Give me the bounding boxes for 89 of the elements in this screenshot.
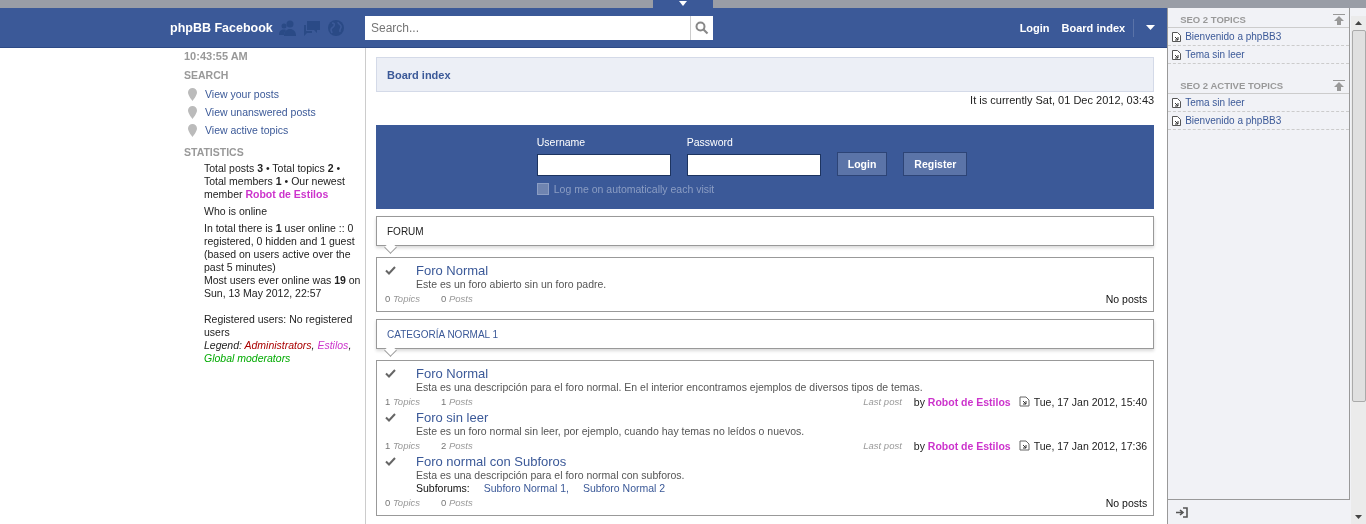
forum-link[interactable]: Foro Normal xyxy=(416,263,489,278)
no-posts-text: No posts xyxy=(1105,292,1148,305)
statistics-text: Total posts 3 • Total topics 2 • Total members 1 • Our newest member Robot de Estilos xyxy=(204,162,346,201)
topic-link[interactable]: Bienvenido a phpBB3 xyxy=(1185,115,1282,126)
panel-heading: SEO 2 ACTIVE TOPICS xyxy=(1180,79,1284,91)
last-post-label: Last post xyxy=(863,396,902,407)
register-button[interactable]: Register xyxy=(903,152,968,176)
check-icon xyxy=(385,266,396,275)
search-link[interactable]: View active topics xyxy=(205,124,289,136)
post-count: 1 Posts xyxy=(441,396,474,407)
current-time: It is currently Sat, 01 Dec 2012, 03:43 xyxy=(969,94,1155,106)
forum-link[interactable]: Foro sin leer xyxy=(416,410,489,425)
forum-link[interactable]: Foro Normal xyxy=(416,366,489,381)
scroll-up-arrow-icon[interactable] xyxy=(1355,21,1362,25)
search-field[interactable]: Search... xyxy=(365,15,690,40)
toggle-tab[interactable] xyxy=(653,0,713,8)
group-link[interactable]: Administrators xyxy=(244,339,312,351)
site-title[interactable]: phpBB Facebook xyxy=(170,20,273,35)
topic-count: 0 Topics xyxy=(385,293,422,304)
go-to-post-icon[interactable] xyxy=(1018,440,1030,451)
forum-link[interactable]: Foro normal con Subforos xyxy=(416,454,567,469)
no-posts-text: No posts xyxy=(1105,496,1148,509)
search-button[interactable] xyxy=(690,15,713,40)
forum-description: Este es un foro abierto sin un foro padre. xyxy=(415,278,608,290)
last-post-author: by Robot de Estilos xyxy=(913,439,1011,452)
field-label: Password xyxy=(686,136,734,148)
topic-count: 1 Topics xyxy=(385,396,422,407)
scroll-down-arrow-icon[interactable] xyxy=(1355,515,1362,519)
topic-link[interactable]: Bienvenido a phpBB3 xyxy=(1185,31,1282,42)
online-text: In total there is 1 user online :: 0 registered, 0 hidden and 1 guest (based on users active over the past 5 minutes) xyxy=(204,222,356,274)
registered-users-text: Registered users: No registered users xyxy=(204,313,354,339)
sign-in-icon[interactable] xyxy=(1176,506,1189,518)
section-heading: STATISTICS xyxy=(184,146,245,158)
topic-count: 0 Topics xyxy=(385,497,422,508)
password-field[interactable] xyxy=(686,154,821,176)
scroll-thumb[interactable] xyxy=(1351,30,1366,402)
topic-icon xyxy=(1172,115,1182,126)
panel-heading: SEO 2 TOPICS xyxy=(1180,13,1246,25)
collapse-icon[interactable] xyxy=(1333,13,1345,25)
topic-count: 1 Topics xyxy=(385,440,422,451)
pin-icon xyxy=(188,123,197,137)
forum-description: Este es un foro normal sin leer, por ejemplo, cuando hay temas no leídos o nuevos. xyxy=(415,425,806,437)
header-pointer xyxy=(384,344,397,357)
checkbox[interactable] xyxy=(536,183,549,195)
member-link[interactable]: Robot de Estilos xyxy=(245,188,329,200)
post-count: 0 Posts xyxy=(441,497,474,508)
topic-link[interactable]: Tema sin leer xyxy=(1185,49,1245,60)
header-pointer xyxy=(384,241,397,254)
category-title: FORUM xyxy=(387,225,424,237)
go-to-post-icon[interactable] xyxy=(1018,396,1030,407)
pin-icon xyxy=(188,87,197,101)
pin-icon xyxy=(188,105,197,119)
subforums-label: Subforums: xyxy=(416,482,470,494)
breadcrumb-link[interactable]: Board index xyxy=(387,68,451,81)
check-icon xyxy=(385,369,396,378)
clock-time: 10:43:55 AM xyxy=(184,50,249,62)
post-count: 0 Posts xyxy=(441,293,474,304)
who-is-online-heading: Who is online xyxy=(204,205,269,218)
last-post-date: Tue, 17 Jan 2012, 15:40 xyxy=(1033,395,1148,408)
topic-icon xyxy=(1172,97,1182,108)
last-post-date: Tue, 17 Jan 2012, 17:36 xyxy=(1033,439,1148,452)
last-post-author: by Robot de Estilos xyxy=(913,395,1011,408)
check-icon xyxy=(385,413,396,422)
record-text: Most users ever online was 19 on Sun, 13 May 2012, 22:57 xyxy=(204,274,362,300)
post-count: 2 Posts xyxy=(441,440,474,451)
author-link[interactable]: Robot de Estilos xyxy=(927,439,1011,452)
forum-description: Esta es una descripción para el foro normal con subforos. xyxy=(415,469,686,481)
topic-icon xyxy=(1172,31,1182,42)
collapse-icon[interactable] xyxy=(1333,79,1345,91)
section-heading: SEARCH xyxy=(184,69,230,81)
legend-text: Legend: Administrators, Estilos, Global moderators xyxy=(204,339,353,365)
nav-link[interactable]: Board index xyxy=(1061,21,1126,34)
last-post-label: Last post xyxy=(863,440,902,451)
search-link[interactable]: View your posts xyxy=(205,88,279,100)
topic-icon xyxy=(1172,49,1182,60)
forum-description: Esta es una descripción para el foro normal. En el interior encontramos ejemplos de diversos tipos de temas. xyxy=(415,381,924,393)
search-icon xyxy=(695,20,709,35)
field-label: Username xyxy=(536,136,587,148)
subforum-link[interactable]: Subforo Normal 2 xyxy=(582,482,666,494)
search-link[interactable]: View unanswered posts xyxy=(205,106,316,118)
check-icon xyxy=(385,457,396,466)
login-button[interactable]: Login xyxy=(836,152,888,176)
category-link[interactable]: CATEGORÍA NORMAL 1 xyxy=(387,328,499,340)
dropdown-caret-icon[interactable] xyxy=(1146,24,1156,31)
nav-link[interactable]: Login xyxy=(1019,21,1050,34)
subforum-link[interactable]: Subforo Normal 1, xyxy=(483,482,569,494)
topic-link[interactable]: Tema sin leer xyxy=(1185,97,1245,108)
username-field[interactable] xyxy=(536,154,671,176)
author-link[interactable]: Robot de Estilos xyxy=(927,395,1011,408)
